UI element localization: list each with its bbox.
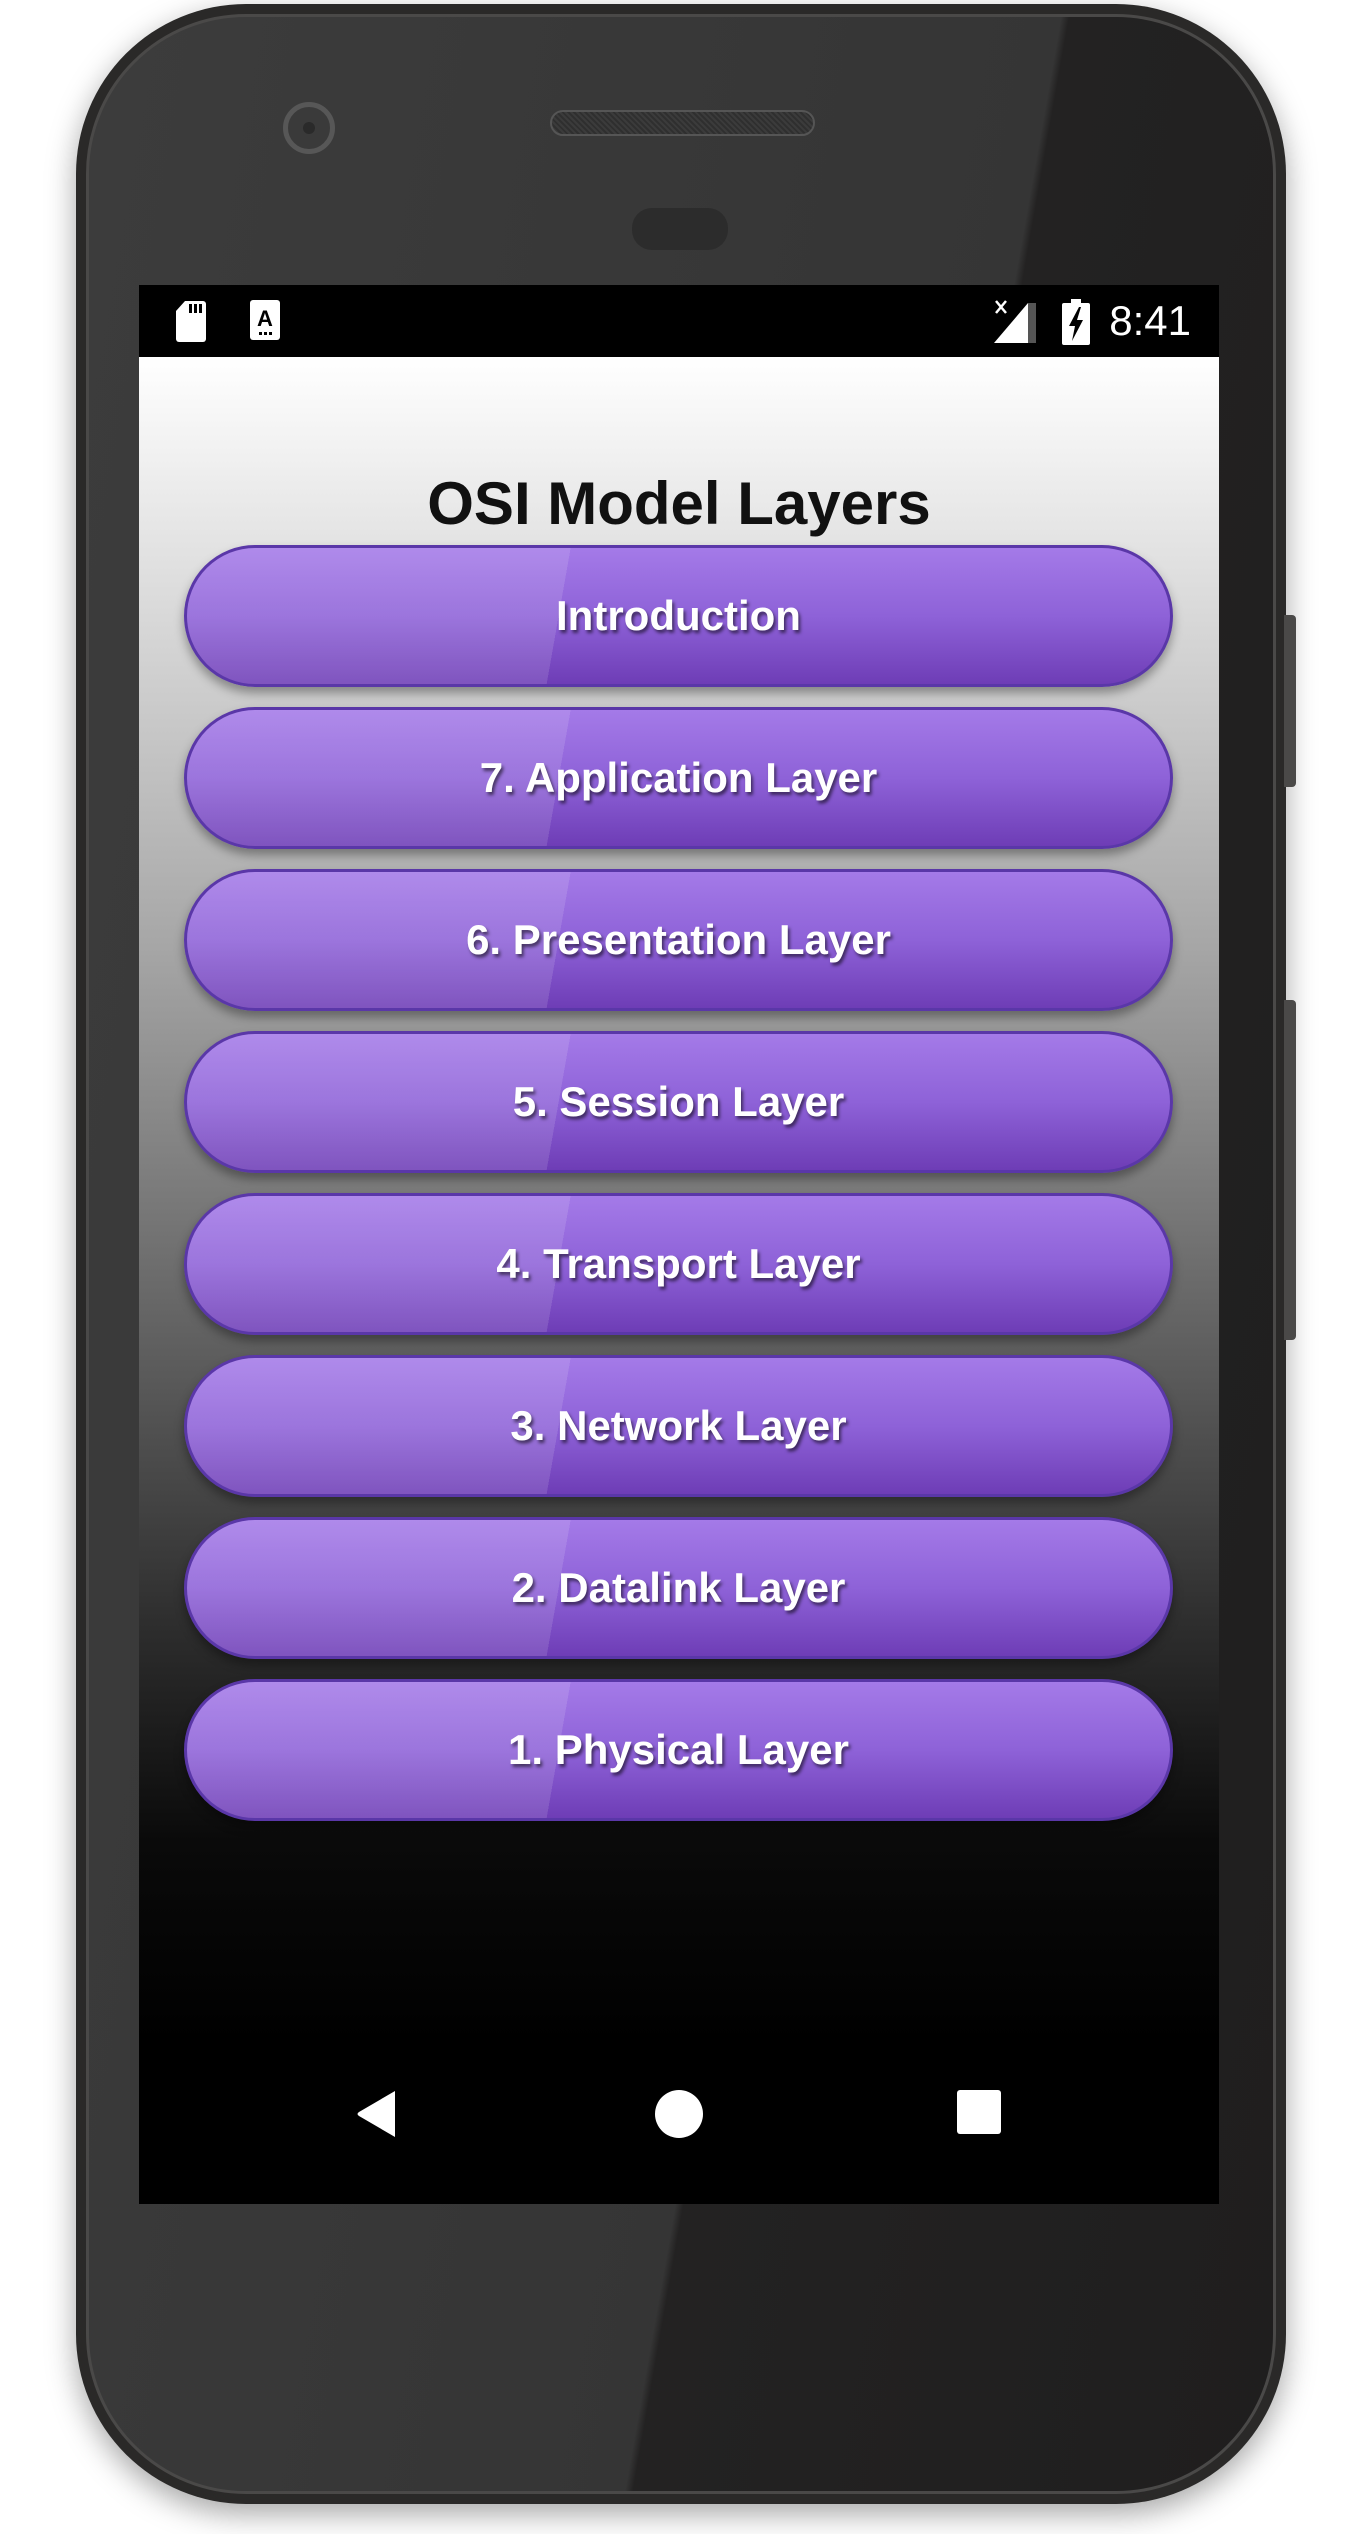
navigation-bar bbox=[139, 2044, 1219, 2204]
battery-charging-icon bbox=[1062, 299, 1090, 345]
front-camera bbox=[283, 102, 335, 154]
screen: A 8:41 OSI Model Layers Introduction 7. … bbox=[139, 285, 1219, 2204]
proximity-sensor bbox=[632, 208, 728, 250]
keyboard-a-icon: A bbox=[250, 300, 280, 340]
button-label: Introduction bbox=[556, 592, 801, 639]
button-label: 5. Session Layer bbox=[512, 1078, 845, 1125]
application-layer-button[interactable]: 7. Application Layer bbox=[184, 707, 1173, 849]
button-label: 1. Physical Layer bbox=[508, 1726, 849, 1773]
page-title: OSI Model Layers bbox=[427, 470, 931, 537]
recents-icon[interactable] bbox=[956, 2089, 1002, 2135]
button-label: 4. Transport Layer bbox=[496, 1240, 861, 1287]
clock: 8:41 bbox=[1109, 297, 1191, 344]
button-label: 3. Network Layer bbox=[510, 1402, 847, 1449]
network-layer-button[interactable]: 3. Network Layer bbox=[184, 1355, 1173, 1497]
volume-button bbox=[1284, 1000, 1296, 1340]
app-content: OSI Model Layers Introduction 7. Applica… bbox=[139, 357, 1219, 2044]
button-label: 2. Datalink Layer bbox=[511, 1564, 846, 1611]
session-layer-button[interactable]: 5. Session Layer bbox=[184, 1031, 1173, 1173]
presentation-layer-button[interactable]: 6. Presentation Layer bbox=[184, 869, 1173, 1011]
status-bar: A 8:41 bbox=[139, 285, 1219, 357]
introduction-button[interactable]: Introduction bbox=[184, 545, 1173, 687]
no-signal-icon bbox=[994, 300, 1036, 343]
svg-text:A: A bbox=[257, 306, 273, 331]
earpiece-speaker bbox=[550, 110, 815, 136]
home-icon[interactable] bbox=[654, 2089, 704, 2139]
datalink-layer-button[interactable]: 2. Datalink Layer bbox=[184, 1517, 1173, 1659]
button-label: 7. Application Layer bbox=[479, 754, 878, 801]
power-button bbox=[1284, 615, 1296, 787]
physical-layer-button[interactable]: 1. Physical Layer bbox=[184, 1679, 1173, 1821]
sd-card-icon bbox=[176, 301, 206, 342]
transport-layer-button[interactable]: 4. Transport Layer bbox=[184, 1193, 1173, 1335]
back-icon[interactable] bbox=[355, 2089, 399, 2139]
button-label: 6. Presentation Layer bbox=[466, 916, 891, 963]
